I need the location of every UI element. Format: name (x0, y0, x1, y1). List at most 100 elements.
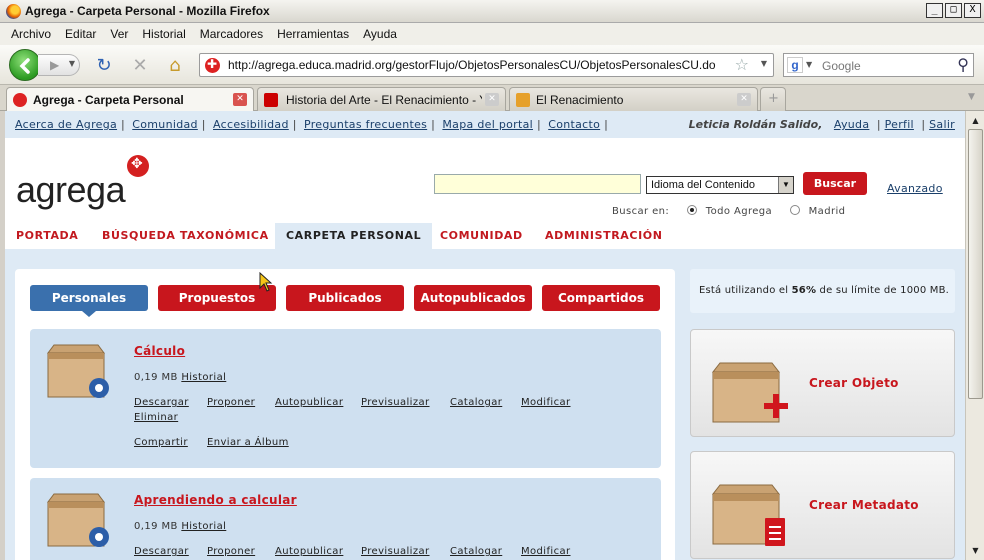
tab-agrega[interactable]: Agrega - Carpeta Personal ✕ (6, 87, 254, 112)
site-identity-icon[interactable] (205, 57, 220, 73)
firefox-icon (6, 4, 21, 19)
radio-todo-agrega[interactable] (686, 205, 697, 215)
link-perfil[interactable]: Perfil (885, 118, 914, 131)
search-engine-dropdown-icon[interactable]: ▼ (806, 60, 812, 69)
link-contacto[interactable]: Contacto (548, 118, 600, 131)
link-preguntas[interactable]: Preguntas frecuentes (304, 118, 427, 131)
web-search-box[interactable]: g ▼ Google ⚲ (783, 53, 974, 77)
utility-links: Acerca de Agrega | Comunidad | Accesibilid… (15, 118, 612, 131)
tab-personales[interactable]: Personales (30, 285, 148, 317)
nav-comunidad[interactable]: COMUNIDAD (440, 223, 523, 249)
close-tab-icon[interactable]: ✕ (233, 93, 247, 106)
reload-icon[interactable]: ↻ (94, 56, 114, 76)
title-bar: Agrega - Carpeta Personal - Mozilla Fire… (0, 0, 984, 23)
search-input[interactable] (434, 174, 641, 194)
nav-administracion[interactable]: ADMINISTRACIÓN (545, 223, 663, 249)
action-modificar[interactable]: Modificar (521, 397, 571, 408)
chevron-down-icon[interactable]: ▼ (778, 177, 793, 193)
back-arrow-icon (19, 58, 30, 74)
package-gear-icon (47, 344, 109, 398)
new-tab-button[interactable]: + (760, 87, 786, 111)
nav-busqueda[interactable]: BÚSQUEDA TAXONÓMICA (102, 223, 269, 249)
action-catalogar[interactable]: Catalogar (450, 397, 502, 408)
close-tab-icon[interactable]: ✕ (737, 93, 751, 106)
plus-icon: + (768, 91, 779, 106)
action-autopublicar[interactable]: Autopublicar (275, 546, 343, 557)
tab-renacimiento[interactable]: El Renacimiento ✕ (509, 87, 758, 111)
google-icon[interactable]: g (787, 57, 803, 73)
history-link[interactable]: Historial (181, 521, 226, 532)
link-mapa[interactable]: Mapa del portal (442, 118, 533, 131)
language-select-value: Idioma del Contenido (651, 179, 755, 191)
menu-marcadores[interactable]: Marcadores (200, 27, 263, 41)
forward-arrow-icon: ▶ (50, 58, 60, 72)
page-scrollbar[interactable]: ▲ ▼ (965, 111, 984, 560)
scroll-up-icon[interactable]: ▲ (968, 113, 983, 128)
action-eliminar[interactable]: Eliminar (134, 412, 178, 423)
link-ayuda[interactable]: Ayuda (834, 118, 869, 131)
action-proponer[interactable]: Proponer (207, 546, 255, 557)
back-button[interactable] (9, 49, 41, 81)
link-acerca[interactable]: Acerca de Agrega (15, 118, 117, 131)
menu-herramientas[interactable]: Herramientas (277, 27, 349, 41)
close-button[interactable]: X (964, 3, 981, 18)
action-modificar[interactable]: Modificar (521, 546, 571, 557)
tab-autopublicados[interactable]: Autopublicados (414, 285, 532, 311)
create-object-button[interactable]: Crear Objeto (690, 329, 955, 437)
url-text[interactable]: http://agrega.educa.madrid.org/gestorFlu… (228, 58, 716, 72)
menu-historial[interactable]: Historial (142, 27, 185, 41)
minimize-button[interactable]: _ (926, 3, 943, 18)
bookmark-star-icon[interactable]: ☆ (735, 55, 749, 74)
create-metadata-button[interactable]: Crear Metadato (690, 451, 955, 559)
radio-madrid[interactable] (789, 205, 800, 215)
agrega-logo[interactable]: agrega (16, 169, 126, 211)
close-tab-icon[interactable]: ✕ (485, 93, 499, 106)
menu-editar[interactable]: Editar (65, 27, 96, 41)
link-salir[interactable]: Salir (929, 118, 955, 131)
history-link[interactable]: Historial (181, 372, 226, 383)
object-size: 0,19 MB Historial (134, 372, 226, 383)
object-title[interactable]: Aprendiendo a calcular (134, 493, 297, 507)
action-catalogar[interactable]: Catalogar (450, 546, 502, 557)
search-icon[interactable]: ⚲ (957, 55, 969, 74)
scroll-down-icon[interactable]: ▼ (968, 543, 983, 558)
separator: | (292, 118, 297, 131)
tab-compartidos[interactable]: Compartidos (542, 285, 660, 311)
action-compartir[interactable]: Compartir (134, 437, 188, 448)
object-title[interactable]: Cálculo (134, 344, 185, 358)
menu-ver[interactable]: Ver (110, 27, 128, 41)
create-metadata-label: Crear Metadato (809, 498, 919, 512)
tab-publicados[interactable]: Publicados (286, 285, 404, 311)
home-icon[interactable]: ⌂ (165, 56, 185, 76)
tab-youtube[interactable]: Historia del Arte - El Renacimiento - Yo… (257, 87, 506, 111)
stop-icon[interactable]: ✕ (130, 56, 150, 76)
menu-ayuda[interactable]: Ayuda (363, 27, 397, 41)
menu-archivo[interactable]: Archivo (11, 27, 51, 41)
nav-portada[interactable]: PORTADA (16, 223, 78, 249)
language-select[interactable]: Idioma del Contenido ▼ (646, 176, 794, 194)
menu-bar: Archivo Editar Ver Historial Marcadores … (0, 23, 984, 45)
url-bar[interactable]: http://agrega.educa.madrid.org/gestorFlu… (199, 53, 774, 77)
scrollbar-thumb[interactable] (968, 129, 983, 399)
action-descargar[interactable]: Descargar (134, 546, 189, 557)
forward-button[interactable]: ▶ ▼ (38, 54, 80, 76)
search-placeholder[interactable]: Google (822, 59, 861, 73)
action-autopublicar[interactable]: Autopublicar (275, 397, 343, 408)
action-proponer[interactable]: Proponer (207, 397, 255, 408)
url-dropdown-icon[interactable]: ▼ (761, 59, 767, 68)
link-comunidad[interactable]: Comunidad (132, 118, 198, 131)
action-previsualizar[interactable]: Previsualizar (361, 546, 430, 557)
link-accesibilidad[interactable]: Accesibilidad (213, 118, 289, 131)
nav-carpeta-personal[interactable]: CARPETA PERSONAL (275, 223, 433, 249)
action-enviar-album[interactable]: Enviar a Álbum (207, 437, 289, 448)
radio-label-todo: Todo Agrega (705, 206, 773, 217)
search-button[interactable]: Buscar (803, 172, 867, 195)
agrega-icon (13, 93, 27, 107)
maximize-button[interactable]: □ (945, 3, 962, 18)
history-dropdown-icon[interactable]: ▼ (69, 59, 75, 68)
tab-list-icon[interactable]: ▼ (968, 92, 975, 102)
action-descargar[interactable]: Descargar (134, 397, 189, 408)
action-previsualizar[interactable]: Previsualizar (361, 397, 430, 408)
advanced-search-link[interactable]: Avanzado (887, 182, 943, 195)
package-gear-icon (47, 493, 109, 547)
